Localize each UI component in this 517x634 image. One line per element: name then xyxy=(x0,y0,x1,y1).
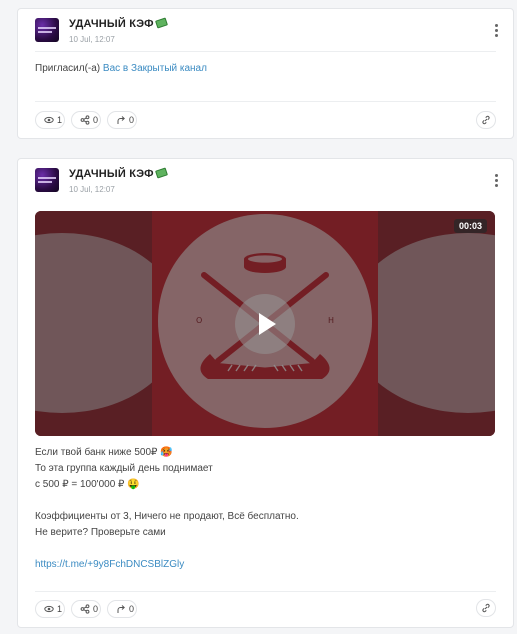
divider xyxy=(35,101,496,102)
eye-icon xyxy=(44,605,54,613)
post-card: УДАЧНЫЙ КЭФ 10 Jul, 12:07 Пригласил(-а) … xyxy=(17,8,514,139)
post-text-line: То эта группа каждый день поднимает xyxy=(35,463,213,474)
forwards-counter[interactable]: 0 xyxy=(107,600,137,618)
forward-icon xyxy=(117,116,125,124)
money-with-wings-icon xyxy=(154,17,168,29)
post-text-prefix: Пригласил(-а) xyxy=(35,63,103,74)
channel-name-text: УДАЧНЫЙ КЭФ xyxy=(69,168,154,180)
post-date: 10 Jul, 12:07 xyxy=(69,35,115,44)
channel-name[interactable]: УДАЧНЫЙ КЭФ xyxy=(69,167,168,180)
share-icon xyxy=(80,604,90,614)
divider xyxy=(35,51,496,52)
post-url-link[interactable]: https://t.me/+9y8FchDNCSBlZGly xyxy=(35,557,184,574)
post-text-line: Если твой банк ниже 500₽ 🥵 xyxy=(35,447,173,458)
shares-count: 0 xyxy=(93,115,99,125)
forwards-count: 0 xyxy=(129,115,135,125)
post-date: 10 Jul, 12:07 xyxy=(69,185,115,194)
post-header: УДАЧНЫЙ КЭФ 10 Jul, 12:07 xyxy=(35,17,498,48)
shares-counter[interactable]: 0 xyxy=(71,600,101,618)
channel-name-text: УДАЧНЫЙ КЭФ xyxy=(69,18,154,30)
shares-counter[interactable]: 0 xyxy=(71,111,101,129)
copy-link-button[interactable] xyxy=(476,599,496,617)
channel-avatar[interactable] xyxy=(35,18,59,42)
post-card: УДАЧНЫЙ КЭФ 10 Jul, 12:07 О Н 00:03 Если… xyxy=(17,158,514,628)
shares-count: 0 xyxy=(93,604,99,614)
link-icon xyxy=(482,115,490,125)
views-counter[interactable]: 1 xyxy=(35,111,65,129)
invite-link[interactable]: Вас в Закрытый канал xyxy=(103,63,207,74)
link-icon xyxy=(482,603,490,613)
money-with-wings-icon xyxy=(154,167,168,179)
post-text-line: Коэффициенты от 3, Ничего не продают, Вс… xyxy=(35,511,299,522)
kebab-menu-icon[interactable] xyxy=(492,174,500,188)
copy-link-button[interactable] xyxy=(476,111,496,129)
play-icon xyxy=(259,313,276,335)
channel-avatar[interactable] xyxy=(35,168,59,192)
post-text: Пригласил(-а) Вас в Закрытый канал xyxy=(35,61,207,78)
video-duration-badge: 00:03 xyxy=(453,219,487,233)
eye-icon xyxy=(44,116,54,124)
play-button[interactable] xyxy=(235,294,295,354)
views-counter[interactable]: 1 xyxy=(35,600,65,618)
views-count: 1 xyxy=(57,115,63,125)
forwards-counter[interactable]: 0 xyxy=(107,111,137,129)
share-icon xyxy=(80,115,90,125)
channel-name[interactable]: УДАЧНЫЙ КЭФ xyxy=(69,17,168,30)
video-player[interactable]: О Н 00:03 xyxy=(35,211,495,436)
views-count: 1 xyxy=(57,604,63,614)
forwards-count: 0 xyxy=(129,604,135,614)
post-text-line: Не верите? Проверьте сами xyxy=(35,527,166,538)
divider xyxy=(35,591,496,592)
kebab-menu-icon[interactable] xyxy=(492,24,500,38)
post-header: УДАЧНЫЙ КЭФ 10 Jul, 12:07 xyxy=(35,167,498,198)
post-text-line: с 500 ₽ = 100'000 ₽ 🤑 xyxy=(35,479,140,490)
forward-icon xyxy=(117,605,125,613)
